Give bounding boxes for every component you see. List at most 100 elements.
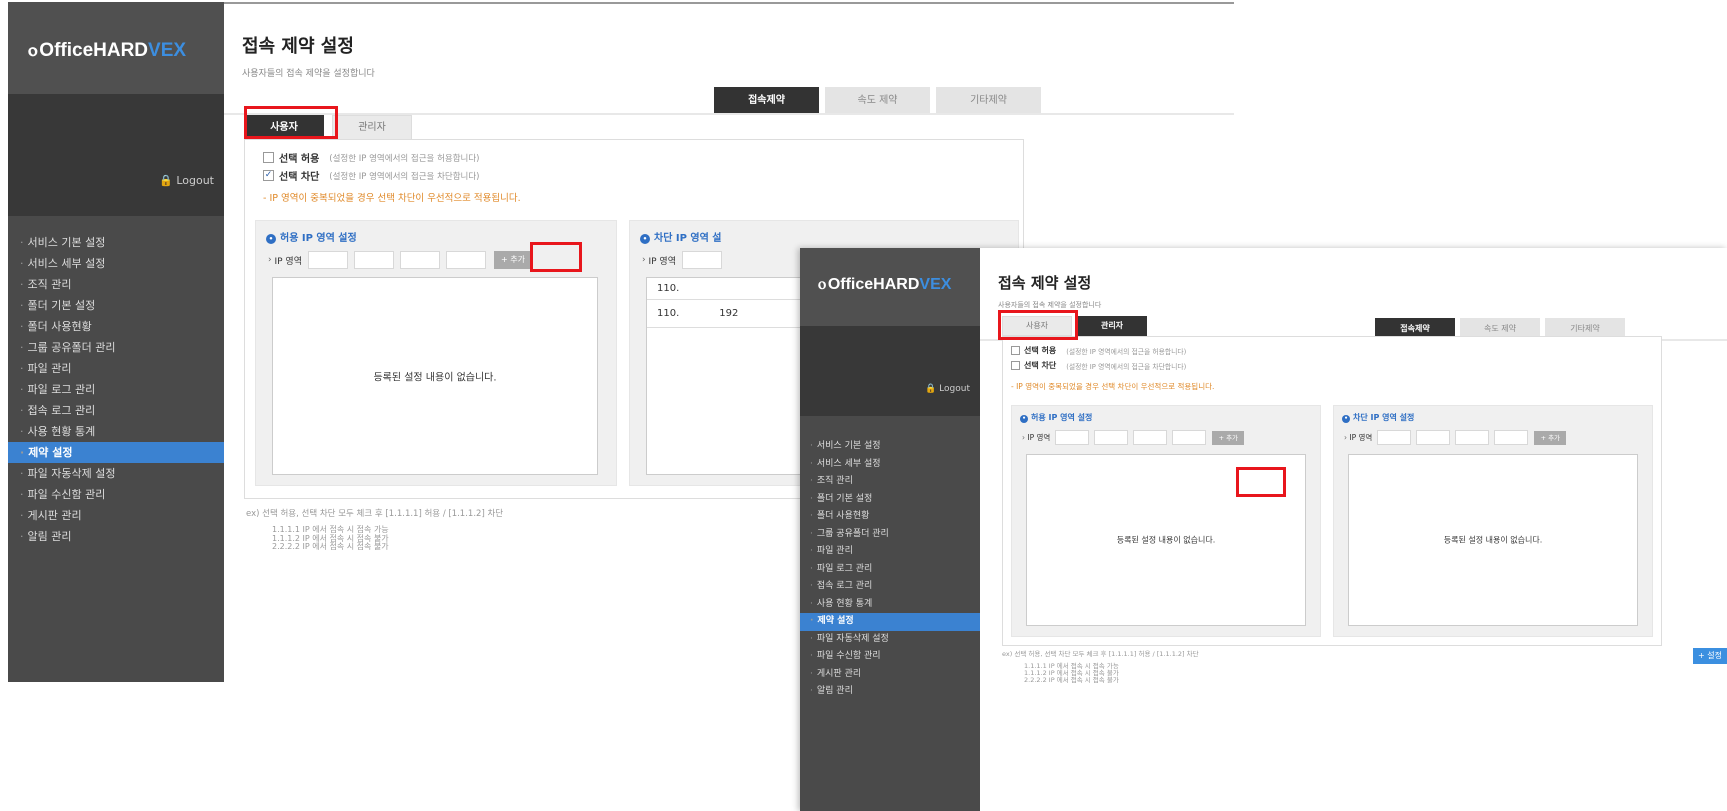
menu-item-active[interactable]: · 제약 설정 bbox=[8, 442, 224, 463]
block-desc: (설정한 IP 영역에서의 접근을 차단합니다) bbox=[329, 171, 480, 182]
page-title: 접속 제약 설정 bbox=[242, 36, 354, 57]
ip-octet-3[interactable] bbox=[1455, 430, 1490, 445]
menu-item[interactable]: · 폴더 기본 설정 bbox=[800, 491, 980, 509]
menu-item[interactable]: · 파일 로그 관리 bbox=[8, 379, 224, 400]
block-ip-box: • 차단 IP 영역 설정 › IP 영역 + 추가 등록된 설정 내용이 없습니… bbox=[1333, 405, 1653, 637]
ip-octet-4[interactable] bbox=[1494, 430, 1529, 445]
bullet-icon: › bbox=[1022, 433, 1025, 442]
add-button[interactable]: + 추가 bbox=[494, 251, 532, 269]
logo[interactable]: ⲟ OfficeHARDVEX bbox=[818, 276, 951, 294]
option-allow[interactable]: 선택 허용 (설정한 IP 영역에서의 접근을 허용합니다) bbox=[1011, 345, 1186, 356]
allow-checkbox[interactable] bbox=[263, 152, 274, 163]
menu-item[interactable]: · 파일 자동삭제 설정 bbox=[800, 631, 980, 649]
option-allow[interactable]: 선택 허용 (설정한 IP 영역에서의 접근을 허용합니다) bbox=[263, 150, 480, 165]
menu-item[interactable]: · 파일 수신함 관리 bbox=[8, 484, 224, 505]
menu-item[interactable]: · 조직 관리 bbox=[8, 274, 224, 295]
circle-icon: • bbox=[1020, 415, 1028, 423]
menu-item[interactable]: · 파일 로그 관리 bbox=[800, 561, 980, 579]
logo-mark-icon: ⲟ bbox=[818, 276, 826, 293]
ip-octet-3[interactable] bbox=[400, 251, 440, 269]
block-label: 선택 차단 bbox=[279, 172, 320, 183]
example-details: 1.1.1.1 IP 에서 접속 시 접속 가능 1.1.1.2 IP 에서 접… bbox=[272, 525, 389, 551]
block-ip-row: › IP 영역 bbox=[642, 251, 722, 269]
menu-item[interactable]: · 서비스 기본 설정 bbox=[8, 232, 224, 253]
menu-item[interactable]: · 조직 관리 bbox=[800, 473, 980, 491]
bullet-icon: › bbox=[1344, 433, 1347, 442]
save-button[interactable]: + 설정 bbox=[1693, 648, 1727, 664]
menu-item[interactable]: · 접속 로그 관리 bbox=[8, 400, 224, 421]
menu-item[interactable]: · 사용 현황 통계 bbox=[8, 421, 224, 442]
logout-button[interactable]: 🔒 Logout bbox=[925, 384, 970, 394]
menu-item[interactable]: · 그룹 공유폴더 관리 bbox=[800, 526, 980, 544]
ip-label: IP 영역 bbox=[1349, 433, 1373, 442]
sub-tabs: 사용자 관리자 bbox=[244, 115, 420, 141]
add-button[interactable]: + 추가 bbox=[1212, 430, 1245, 445]
tab-speed-restriction[interactable]: 속도 제약 bbox=[825, 87, 930, 114]
logout-button[interactable]: 🔒 Logout bbox=[159, 174, 214, 187]
allow-desc: (설정한 IP 영역에서의 접근을 허용합니다) bbox=[1066, 347, 1187, 356]
menu-item[interactable]: · 폴더 기본 설정 bbox=[8, 295, 224, 316]
block-checkbox-checked[interactable]: ✓ bbox=[263, 170, 274, 181]
main-content: 접속 제약 설정 사용자들의 접속 제약을 설정합니다 접속제약 속도 제약 기… bbox=[980, 248, 1727, 811]
admin-window-admin-tab: ⲟ OfficeHARDVEX 🔒 Logout · 서비스 기본 설정 · 서비스 … bbox=[800, 248, 1727, 811]
allow-desc: (설정한 IP 영역에서의 접근을 허용합니다) bbox=[329, 153, 480, 164]
ip-label: IP 영역 bbox=[648, 256, 676, 267]
logo[interactable]: ⲟ OfficeHARDVEX bbox=[28, 40, 186, 62]
allow-box-title: • 허용 IP 영역 설정 bbox=[1020, 412, 1092, 423]
logo-area: ⲟ OfficeHARDVEX bbox=[8, 2, 224, 94]
ip-octet-1[interactable] bbox=[308, 251, 348, 269]
add-button[interactable]: + 추가 bbox=[1534, 430, 1567, 445]
menu-item[interactable]: · 서비스 세부 설정 bbox=[800, 456, 980, 474]
ip-octet-2[interactable] bbox=[354, 251, 394, 269]
menu-item[interactable]: · 서비스 기본 설정 bbox=[800, 438, 980, 456]
menu-item[interactable]: · 파일 관리 bbox=[800, 543, 980, 561]
ip-octet-2[interactable] bbox=[1094, 430, 1129, 445]
ip-octet-1[interactable] bbox=[1055, 430, 1090, 445]
menu-item[interactable]: · 폴더 사용현황 bbox=[800, 508, 980, 526]
tab-admin[interactable]: 관리자 bbox=[332, 115, 412, 141]
allow-ip-row: › IP 영역 + 추가 bbox=[1022, 430, 1245, 445]
menu-item-active[interactable]: · 제약 설정 bbox=[800, 613, 980, 631]
menu-item[interactable]: · 알림 관리 bbox=[800, 683, 980, 701]
tab-user[interactable]: 사용자 bbox=[244, 115, 324, 141]
allow-ip-row: › IP 영역 + 추가 bbox=[268, 251, 532, 269]
menu-item[interactable]: · 서비스 세부 설정 bbox=[8, 253, 224, 274]
menu-item[interactable]: · 그룹 공유폴더 관리 bbox=[8, 337, 224, 358]
logout-area: 🔒 Logout bbox=[800, 326, 980, 416]
ip-octet-1[interactable] bbox=[682, 251, 722, 269]
allow-ip-box: • 허용 IP 영역 설정 › IP 영역 + 추가 등록된 설정 내용이 없습니… bbox=[255, 220, 617, 486]
block-checkbox[interactable] bbox=[1011, 361, 1020, 370]
menu-item[interactable]: · 파일 관리 bbox=[8, 358, 224, 379]
empty-message: 등록된 설정 내용이 없습니다. bbox=[1443, 535, 1543, 545]
tab-other-restriction[interactable]: 기타제약 bbox=[936, 87, 1041, 114]
tab-access-restriction[interactable]: 접속제약 bbox=[714, 87, 819, 114]
logo-accent-text: VEX bbox=[148, 40, 187, 61]
option-block[interactable]: 선택 차단 (설정한 IP 영역에서의 접근을 차단합니다) bbox=[1011, 360, 1186, 371]
menu-item[interactable]: · 게시판 관리 bbox=[8, 505, 224, 526]
ip-octet-1[interactable] bbox=[1377, 430, 1412, 445]
logout-area: 🔒 Logout bbox=[8, 94, 224, 216]
allow-checkbox[interactable] bbox=[1011, 346, 1020, 355]
menu-item[interactable]: · 파일 수신함 관리 bbox=[800, 648, 980, 666]
tab-admin[interactable]: 관리자 bbox=[1077, 316, 1147, 336]
allow-label: 선택 허용 bbox=[1024, 346, 1057, 355]
page-title: 접속 제약 설정 bbox=[998, 274, 1092, 292]
ip-octet-4[interactable] bbox=[446, 251, 486, 269]
menu-item[interactable]: · 접속 로그 관리 bbox=[800, 578, 980, 596]
menu-item[interactable]: · 파일 자동삭제 설정 bbox=[8, 463, 224, 484]
bullet-icon: › bbox=[268, 255, 272, 265]
ip-octet-2[interactable] bbox=[1416, 430, 1451, 445]
logout-label: Logout bbox=[176, 174, 214, 187]
menu-item[interactable]: · 폴더 사용현황 bbox=[8, 316, 224, 337]
block-box-title: • 차단 IP 영역 설정 bbox=[1342, 412, 1414, 423]
allow-ip-list: 등록된 설정 내용이 없습니다. bbox=[1026, 454, 1306, 626]
sub-tabs: 사용자 관리자 bbox=[1002, 316, 1152, 336]
tab-user[interactable]: 사용자 bbox=[1002, 316, 1072, 336]
ip-octet-3[interactable] bbox=[1133, 430, 1168, 445]
menu-item[interactable]: · 게시판 관리 bbox=[800, 666, 980, 684]
ip-octet-4[interactable] bbox=[1172, 430, 1207, 445]
top-border bbox=[224, 2, 1234, 4]
option-block[interactable]: ✓ 선택 차단 (설정한 IP 영역에서의 접근을 차단합니다) bbox=[263, 168, 480, 183]
menu-item[interactable]: · 알림 관리 bbox=[8, 526, 224, 547]
menu-item[interactable]: · 사용 현황 통계 bbox=[800, 596, 980, 614]
